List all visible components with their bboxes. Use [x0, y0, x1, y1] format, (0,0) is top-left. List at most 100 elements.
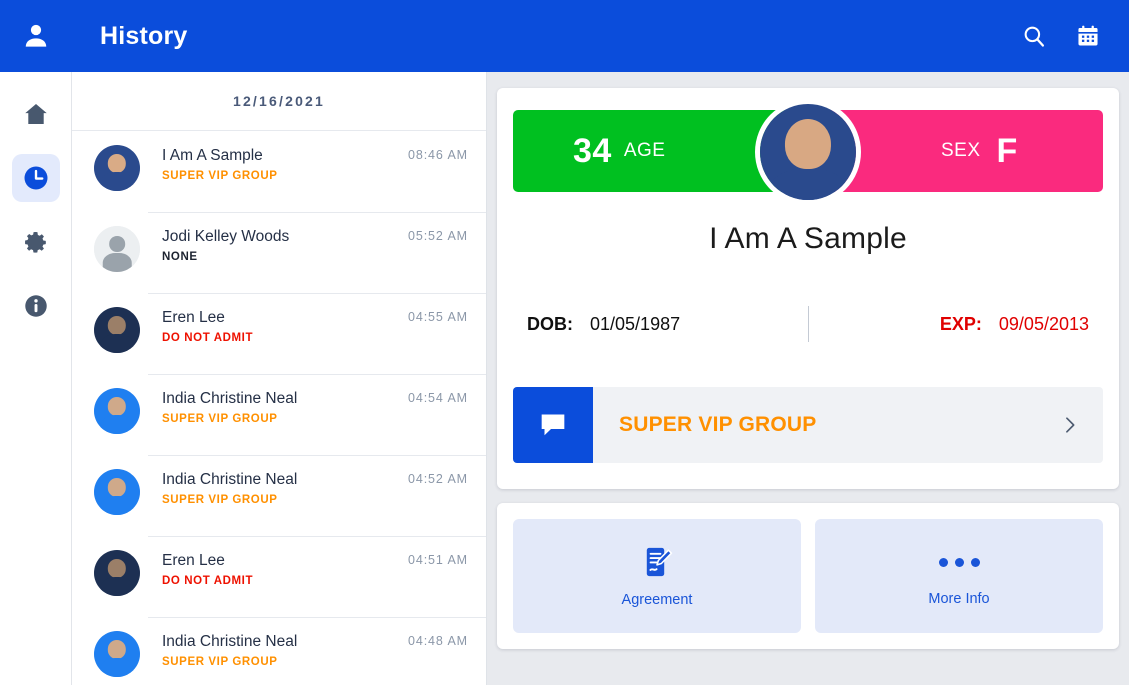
row-main: India Christine Neal SUPER VIP GROUP: [140, 469, 408, 506]
row-status: DO NOT ADMIT: [162, 332, 254, 344]
age-value: 34: [573, 131, 612, 170]
detail-panel: 34 AGE SEX F I Am A Sample DOB: 01/05/19…: [487, 72, 1129, 685]
history-row[interactable]: I Am A Sample SUPER VIP GROUP 08:46 AM: [72, 131, 486, 212]
row-avatar: [94, 145, 140, 191]
row-time: 08:46 AM: [407, 148, 468, 162]
avatar-shoulders: [100, 333, 134, 353]
document-signature-icon: [646, 547, 673, 577]
row-avatar: [94, 550, 140, 596]
row-name: India Christine Neal: [162, 471, 298, 488]
info-icon: [24, 295, 47, 317]
avatar-shoulders: [100, 576, 134, 596]
sidebar-item-home[interactable]: [12, 90, 60, 138]
chevron-right-icon: [1066, 417, 1075, 433]
row-avatar: [94, 388, 140, 434]
history-row[interactable]: Eren Lee DO NOT ADMIT 04:55 AM: [72, 293, 486, 374]
actions-card: Agreement More Info: [497, 503, 1119, 649]
row-time: 04:54 AM: [407, 391, 468, 405]
profile-button[interactable]: [0, 0, 72, 72]
row-name: I Am A Sample: [162, 147, 263, 164]
exp-value: 09/05/2013: [998, 314, 1089, 334]
row-status: SUPER VIP GROUP: [162, 413, 278, 425]
row-main: India Christine Neal SUPER VIP GROUP: [140, 631, 408, 668]
row-name: Eren Lee: [162, 552, 225, 569]
group-button[interactable]: SUPER VIP GROUP: [513, 387, 1103, 463]
row-name: India Christine Neal: [162, 633, 298, 650]
group-chevron: [1059, 414, 1081, 436]
row-main: Jodi Kelley Woods NONE: [140, 226, 408, 263]
row-avatar: [94, 469, 140, 515]
row-status: DO NOT ADMIT: [162, 575, 254, 587]
sidebar-item-history[interactable]: [11, 154, 60, 202]
row-avatar: [94, 307, 140, 353]
row-time: 04:51 AM: [407, 553, 468, 567]
history-row[interactable]: India Christine Neal SUPER VIP GROUP 04:48…: [72, 617, 486, 685]
chat-bubble-icon: [541, 414, 565, 436]
vertical-divider: [808, 306, 809, 342]
person-card: 34 AGE SEX F I Am A Sample DOB: 01/05/19…: [497, 88, 1119, 489]
clock-icon: [24, 166, 47, 190]
search-icon: [1024, 26, 1045, 47]
agreement-label: Agreement: [621, 592, 693, 608]
history-row[interactable]: India Christine Neal SUPER VIP GROUP 04:54…: [72, 374, 486, 455]
row-time: 04:48 AM: [407, 634, 468, 648]
dob-value: 01/05/1987: [590, 314, 681, 334]
history-list-panel: 12/16/2021 I Am A Sample SUPER VIP GROUP 0…: [72, 72, 487, 685]
exp-field: EXP: 09/05/2013: [940, 314, 1089, 335]
more-info-button[interactable]: More Info: [815, 519, 1103, 633]
sidebar-nav: [0, 72, 72, 685]
dob-field: DOB: 01/05/1987: [527, 314, 680, 335]
calendar-icon: [1078, 25, 1098, 46]
gear-icon: [25, 231, 46, 253]
row-name: Eren Lee: [162, 309, 225, 326]
badge-row: 34 AGE SEX F: [513, 99, 1103, 205]
row-time: 04:55 AM: [407, 310, 468, 324]
page-title: History: [100, 21, 188, 50]
avatar-shoulders: [100, 495, 134, 515]
history-rows[interactable]: I Am A Sample SUPER VIP GROUP 08:46 AM Jodi…: [72, 131, 486, 685]
row-status: SUPER VIP GROUP: [162, 656, 278, 668]
group-icon-block: [513, 387, 593, 463]
person-avatar: [755, 99, 861, 205]
search-button[interactable]: [1019, 21, 1049, 51]
row-name: India Christine Neal: [162, 390, 298, 407]
exp-label: EXP:: [939, 314, 982, 334]
row-time: 05:52 AM: [407, 229, 468, 243]
row-main: I Am A Sample SUPER VIP GROUP: [140, 145, 408, 182]
history-date-header: 12/16/2021: [72, 72, 486, 131]
group-label: SUPER VIP GROUP: [619, 413, 817, 436]
ellipsis-icon: [938, 545, 980, 579]
avatar-shoulders: [102, 252, 132, 272]
dob-exp-row: DOB: 01/05/1987 EXP: 09/05/2013: [513, 306, 1103, 342]
row-avatar: [94, 631, 140, 677]
agreement-button[interactable]: Agreement: [513, 519, 801, 633]
group-button-body: SUPER VIP GROUP: [593, 387, 1103, 463]
history-row[interactable]: Jodi Kelley Woods NONE 05:52 AM: [72, 212, 486, 293]
row-status: SUPER VIP GROUP: [162, 494, 278, 506]
calendar-button[interactable]: [1073, 21, 1103, 51]
avatar-face: [109, 236, 125, 252]
avatar-shoulders: [100, 414, 134, 434]
sidebar-item-info[interactable]: [12, 282, 60, 330]
history-row[interactable]: India Christine Neal SUPER VIP GROUP 04:52…: [72, 455, 486, 536]
history-row[interactable]: Eren Lee DO NOT ADMIT 04:51 AM: [72, 536, 486, 617]
app-root: History 12/16/2021 I Am A Sample SUPER V…: [0, 0, 1129, 685]
row-time: 04:52 AM: [407, 472, 468, 486]
row-status: SUPER VIP GROUP: [162, 170, 278, 182]
avatar-shoulders: [100, 171, 134, 191]
age-label: AGE: [623, 140, 666, 161]
avatar-face: [784, 119, 832, 170]
avatar-shoulders: [100, 657, 134, 677]
row-main: Eren Lee DO NOT ADMIT: [140, 550, 408, 587]
home-icon: [24, 103, 47, 125]
top-app-bar: History: [0, 0, 1129, 72]
top-bar-actions: [1019, 21, 1129, 51]
row-name: Jodi Kelley Woods: [162, 228, 290, 245]
sex-value: F: [996, 131, 1018, 170]
more-info-label: More Info: [928, 591, 990, 607]
avatar-shoulders: [768, 169, 848, 200]
dob-label: DOB:: [527, 314, 573, 334]
sidebar-item-settings[interactable]: [12, 218, 60, 266]
row-status: NONE: [162, 251, 198, 263]
person-icon: [25, 24, 47, 47]
